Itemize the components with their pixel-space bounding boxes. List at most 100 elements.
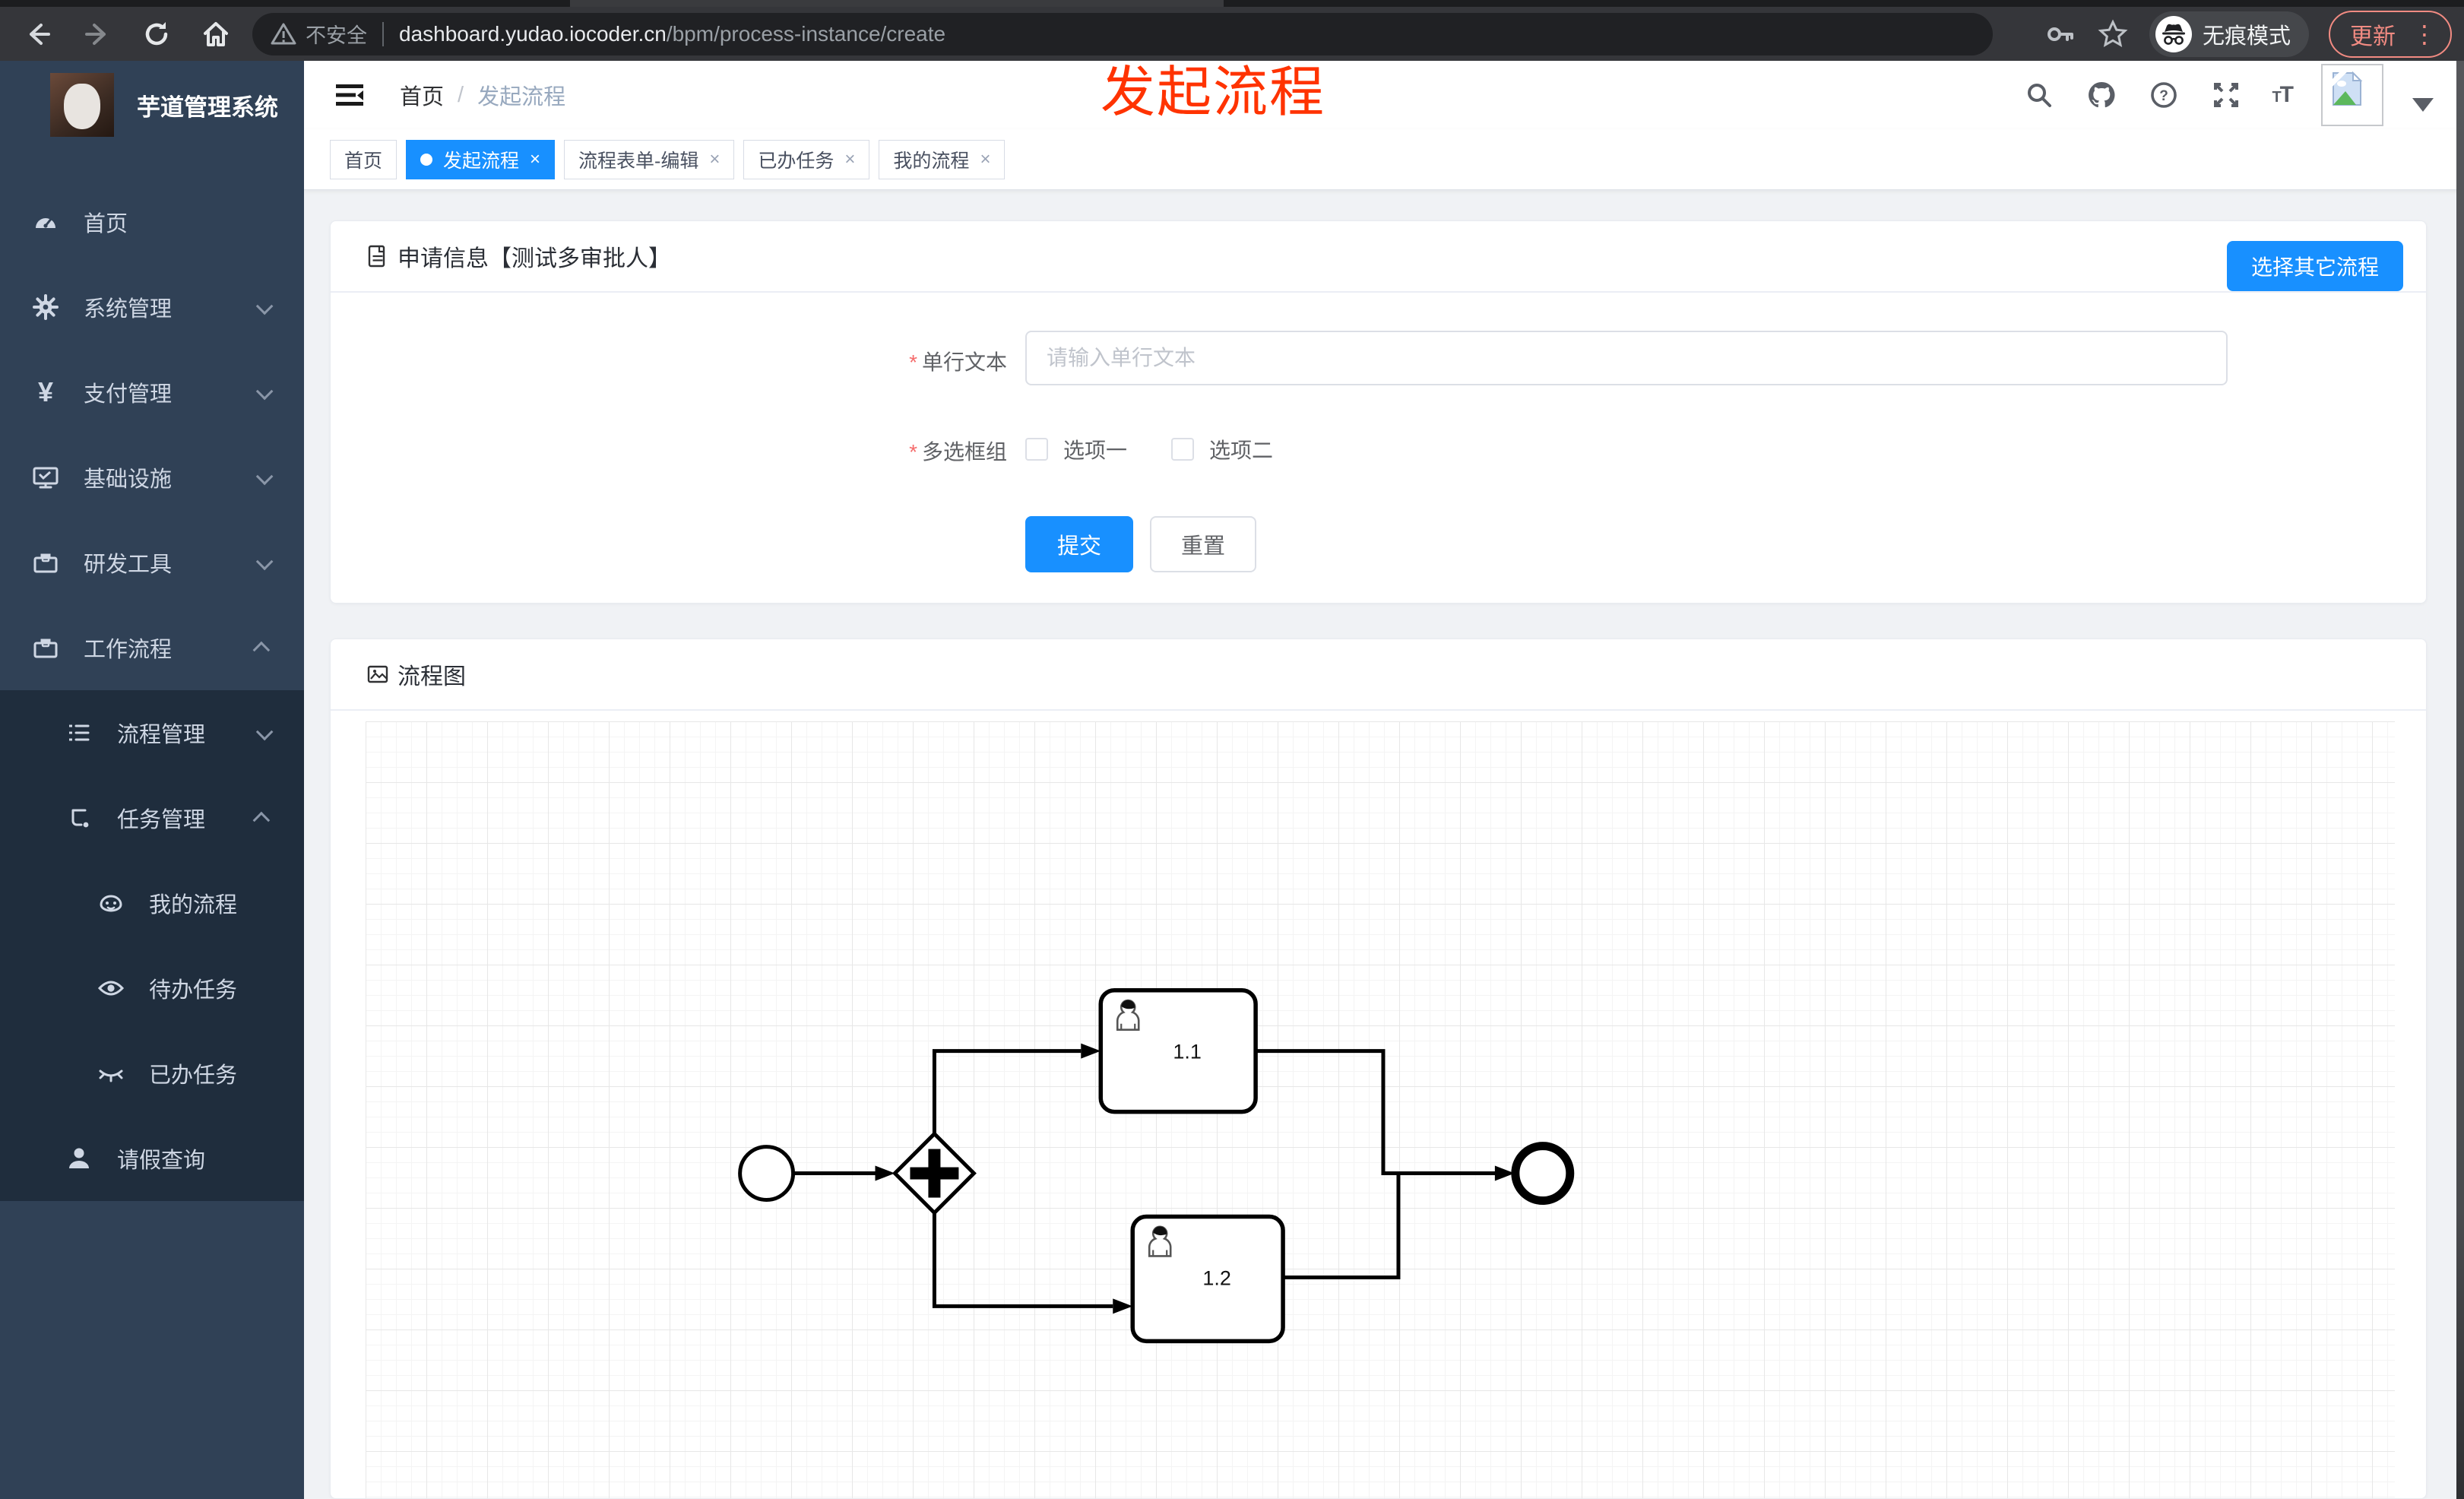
- sidebar-item-label: 我的流程: [149, 893, 238, 917]
- sidebar-item-label: 首页: [84, 212, 128, 236]
- tab-start-process[interactable]: 发起流程 ×: [406, 139, 556, 179]
- window-edge: [2456, 61, 2464, 1499]
- select-other-process-button[interactable]: 选择其它流程: [2226, 241, 2403, 291]
- sidebar-item-leave-query[interactable]: 请假查询: [0, 1116, 304, 1201]
- chevron-up-icon: [252, 806, 271, 831]
- tab-form-edit[interactable]: 流程表单-编辑 ×: [564, 139, 735, 179]
- apply-card-header: 申请信息【测试多审批人】: [331, 221, 2426, 293]
- sidebar-item-label: 待办任务: [149, 978, 238, 1003]
- search-icon[interactable]: [2022, 78, 2056, 112]
- branch-icon: [65, 804, 93, 832]
- tab-my-process[interactable]: 我的流程 ×: [879, 139, 1006, 179]
- close-icon[interactable]: ×: [709, 149, 720, 170]
- sidebar-item-infra[interactable]: 基础设施: [0, 435, 304, 520]
- bpmn-start-event[interactable]: [738, 1145, 796, 1203]
- bpmn-parallel-gateway[interactable]: [892, 1131, 977, 1216]
- bookmark-star-icon[interactable]: [2096, 17, 2130, 51]
- browser-back-button[interactable]: [21, 17, 55, 51]
- sidebar-item-devtools[interactable]: 研发工具: [0, 520, 304, 605]
- toolbox-icon: [32, 549, 59, 576]
- browser-active-tab-edge: [570, 0, 1224, 7]
- checkbox-label: 选项二: [1209, 439, 1274, 462]
- checkbox-option-1[interactable]: 选项一: [1025, 434, 1127, 464]
- app-logo-row[interactable]: 芋道管理系统: [0, 61, 304, 149]
- sidebar-item-my-process[interactable]: 我的流程: [0, 860, 304, 946]
- breadcrumb-current: 发起流程: [477, 85, 566, 109]
- sidebar-item-workflow[interactable]: 工作流程: [0, 605, 304, 690]
- sidebar-item-done-tasks[interactable]: 已办任务: [0, 1031, 304, 1116]
- tags-view-bar: 首页 发起流程 × 流程表单-编辑 × 已办任务 × 我的流程 ×: [304, 129, 2464, 190]
- sidebar-item-payment[interactable]: ¥ 支付管理: [0, 350, 304, 435]
- browser-update-button[interactable]: 更新 ⋮: [2329, 10, 2452, 58]
- sidebar-item-home[interactable]: 首页: [0, 179, 304, 265]
- checkbox-icon[interactable]: [1025, 438, 1048, 461]
- app-logo: [50, 73, 114, 137]
- avatar[interactable]: [2321, 64, 2383, 126]
- tab-label: 首页: [344, 150, 383, 172]
- text-field-label: * 单行文本: [909, 350, 1007, 374]
- checkbox-icon[interactable]: [1171, 438, 1195, 461]
- dashboard-gauge-icon: [32, 208, 59, 236]
- app-header: 首页 / 发起流程 ? TT: [304, 61, 2464, 129]
- sidebar-collapse-icon[interactable]: [331, 77, 368, 113]
- breadcrumb-home[interactable]: 首页: [400, 79, 444, 111]
- url-host: dashboard.yudao.iocoder.cn: [399, 21, 667, 46]
- flow-card-header: 流程图: [331, 639, 2426, 711]
- browser-reload-button[interactable]: [140, 17, 173, 51]
- reset-button[interactable]: 重置: [1150, 516, 1256, 572]
- fullscreen-icon[interactable]: [2209, 78, 2243, 112]
- bpmn-user-task-1[interactable]: 1.1: [1098, 987, 1258, 1114]
- submit-button[interactable]: 提交: [1025, 516, 1133, 572]
- sidebar-item-todo-tasks[interactable]: 待办任务: [0, 946, 304, 1031]
- checkbox-option-2[interactable]: 选项二: [1171, 434, 1273, 464]
- required-mark: *: [909, 350, 917, 374]
- apply-info-card: 申请信息【测试多审批人】 选择其它流程 *单行文本 *多选框组 选项一: [330, 220, 2427, 604]
- task-label: 1.2: [1202, 1266, 1231, 1289]
- tab-done-tasks[interactable]: 已办任务 ×: [743, 139, 870, 179]
- checkbox-group: 选项一 选项二: [1025, 434, 1273, 464]
- active-dot-icon: [420, 153, 433, 166]
- list-icon: [65, 719, 93, 746]
- tab-home[interactable]: 首页: [330, 139, 397, 179]
- github-icon[interactable]: [2085, 78, 2118, 112]
- sidebar-item-system[interactable]: 系统管理: [0, 265, 304, 350]
- tab-label: 我的流程: [893, 150, 970, 172]
- close-icon[interactable]: ×: [844, 149, 855, 170]
- password-key-icon[interactable]: [2043, 17, 2076, 51]
- browser-tabstrip: [0, 0, 2464, 7]
- font-size-icon[interactable]: TT: [2272, 82, 2294, 108]
- update-label[interactable]: 更新: [2350, 17, 2396, 51]
- breadcrumb: 首页 / 发起流程: [400, 79, 565, 111]
- single-line-text-input[interactable]: [1025, 331, 2228, 385]
- chevron-down-icon: [255, 295, 274, 320]
- help-icon[interactable]: ?: [2147, 78, 2181, 112]
- browser-forward-button[interactable]: [81, 17, 114, 51]
- avatar-caret-icon[interactable]: [2412, 98, 2434, 112]
- toolbox-icon: [32, 634, 59, 661]
- incognito-label: 无痕模式: [2202, 24, 2291, 49]
- svg-text:?: ?: [2160, 88, 2169, 104]
- annotation-text: 发起流程: [1101, 62, 1326, 123]
- sidebar-item-label: 流程管理: [117, 723, 206, 747]
- sidebar-item-task-mgmt[interactable]: 任务管理: [0, 775, 304, 860]
- browser-home-button[interactable]: [199, 17, 233, 51]
- sidebar-item-label: 基础设施: [84, 467, 173, 492]
- browser-menu-icon[interactable]: ⋮: [2412, 22, 2437, 46]
- tab-label: 已办任务: [758, 150, 835, 172]
- chevron-down-icon: [255, 465, 274, 490]
- apply-card-title: 申请信息【测试多审批人】: [397, 246, 671, 271]
- breadcrumb-separator: /: [458, 82, 464, 107]
- close-icon[interactable]: ×: [530, 149, 540, 170]
- chevron-up-icon: [252, 635, 271, 661]
- sidebar-item-process-mgmt[interactable]: 流程管理: [0, 690, 304, 775]
- task-label: 1.1: [1173, 1041, 1202, 1063]
- required-mark: *: [909, 440, 917, 464]
- monitor-icon: [32, 464, 59, 491]
- close-icon[interactable]: ×: [980, 149, 990, 170]
- chevron-down-icon: [255, 550, 274, 575]
- document-icon: [368, 245, 385, 268]
- bpmn-user-task-2[interactable]: 1.2: [1130, 1214, 1285, 1344]
- security-label[interactable]: 不安全: [306, 19, 367, 49]
- bpmn-end-event[interactable]: [1511, 1142, 1575, 1206]
- bpmn-canvas[interactable]: 1.1 1.2: [366, 721, 2395, 1498]
